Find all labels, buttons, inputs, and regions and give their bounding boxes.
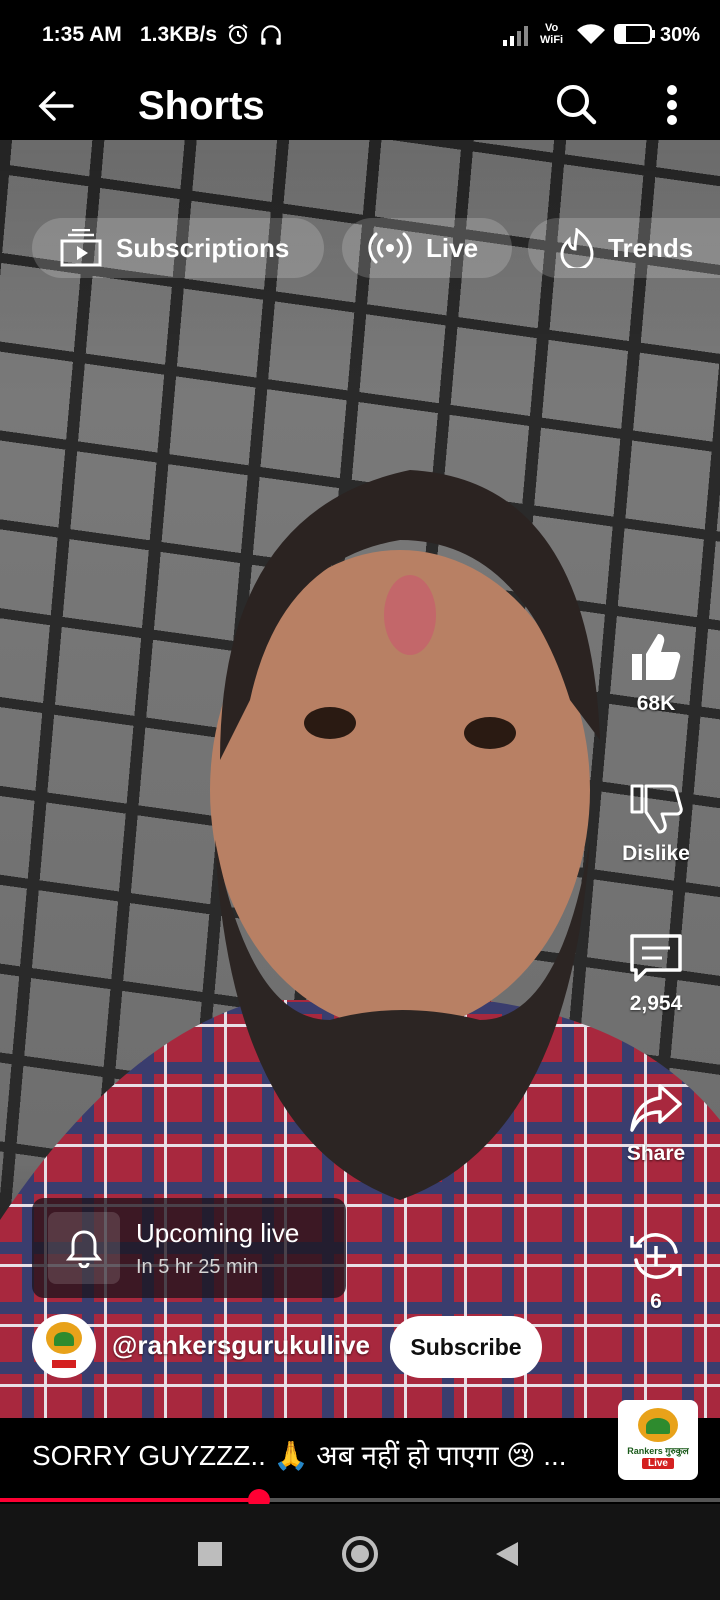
video-progress-track[interactable]: [0, 1489, 720, 1511]
share-button[interactable]: Share: [606, 1080, 706, 1166]
logo-tree: [646, 1418, 670, 1434]
thumbs-down-icon: [630, 784, 683, 834]
search-icon[interactable]: [554, 82, 598, 126]
signal-icon: [503, 26, 528, 46]
dislike-label: Dislike: [622, 842, 690, 865]
trends-icon: [560, 228, 594, 268]
home-button[interactable]: [342, 1536, 378, 1572]
subscribe-button[interactable]: Subscribe: [390, 1316, 542, 1378]
upcoming-live-card[interactable]: Upcoming live In 5 hr 25 min: [32, 1198, 346, 1298]
recents-button[interactable]: [198, 1542, 222, 1566]
bell-icon: [66, 1230, 102, 1268]
battery-tip: [652, 30, 655, 38]
comments-button[interactable]: 2,954: [606, 930, 706, 1016]
like-button[interactable]: 68K: [606, 630, 706, 716]
channel-handle[interactable]: @rankersgurukullive: [112, 1330, 370, 1361]
vowifi-bottom: WiFi: [540, 34, 564, 46]
avatar-live-badge: [52, 1360, 76, 1368]
chip-live[interactable]: Live: [342, 218, 512, 278]
alarm-icon: [228, 24, 248, 44]
logo-live-badge: Live: [642, 1458, 674, 1469]
subscriptions-icon: [60, 229, 102, 267]
vowifi-top: Vo: [544, 22, 559, 34]
like-count: 68K: [636, 692, 676, 715]
channel-avatar[interactable]: [32, 1314, 96, 1378]
chip-subscriptions-label: Subscriptions: [116, 232, 290, 263]
thumbs-up-icon: [632, 634, 681, 680]
page-title: Shorts: [138, 84, 265, 128]
status-net-speed: 1.3KB/s: [140, 23, 218, 46]
vowifi-label: Vo WiFi: [540, 22, 563, 46]
video-progress-fill: [0, 1498, 260, 1502]
share-label: Share: [626, 1142, 686, 1165]
live-icon: [368, 232, 412, 264]
chip-trends[interactable]: Trends: [528, 218, 720, 278]
chip-trends-label: Trends: [608, 232, 694, 263]
comment-count: 2,954: [629, 992, 683, 1015]
remix-icon: [630, 1233, 682, 1279]
status-time: 1:35 AM: [42, 23, 122, 46]
channel-logo-thumbnail[interactable]: Rankers गुरुकुल Live: [618, 1400, 698, 1480]
caption-bar[interactable]: SORRY GUYZZZ.. 🙏 अब नहीं हो पाएगा 😢 ... …: [0, 1400, 720, 1498]
logo-text: Rankers गुरुकुल: [627, 1446, 689, 1456]
battery-percent: 30%: [660, 24, 701, 46]
chip-live-label: Live: [426, 232, 479, 263]
comment-icon: [630, 934, 682, 982]
video-caption[interactable]: SORRY GUYZZZ.. 🙏 अब नहीं हो पाएगा 😢 ...: [32, 1436, 567, 1474]
avatar-logo-tree: [54, 1332, 74, 1346]
status-bar: 1:35 AM 1.3KB/s Vo WiFi 30%: [0, 0, 720, 72]
remix-button[interactable]: 6: [606, 1228, 706, 1314]
system-nav-bar: [0, 1504, 720, 1600]
upcoming-live-icon-box: [48, 1212, 120, 1284]
share-icon: [630, 1084, 682, 1132]
short-video-player[interactable]: Subscriptions Live Trends 68K Dislike 2,…: [0, 140, 720, 1418]
upcoming-live-time: In 5 hr 25 min: [136, 1256, 259, 1278]
back-nav-button[interactable]: [494, 1540, 520, 1568]
upcoming-live-title: Upcoming live: [136, 1218, 300, 1248]
wifi-icon: [577, 24, 605, 44]
more-vert-icon[interactable]: [662, 82, 682, 128]
remix-count: 6: [650, 1290, 662, 1313]
back-arrow-icon[interactable]: [36, 86, 76, 126]
top-app-bar: Shorts: [0, 72, 720, 140]
chip-subscriptions[interactable]: Subscriptions: [32, 218, 324, 278]
dislike-button[interactable]: Dislike: [606, 780, 706, 866]
headphones-icon: [261, 25, 281, 45]
battery-icon: [614, 24, 652, 44]
